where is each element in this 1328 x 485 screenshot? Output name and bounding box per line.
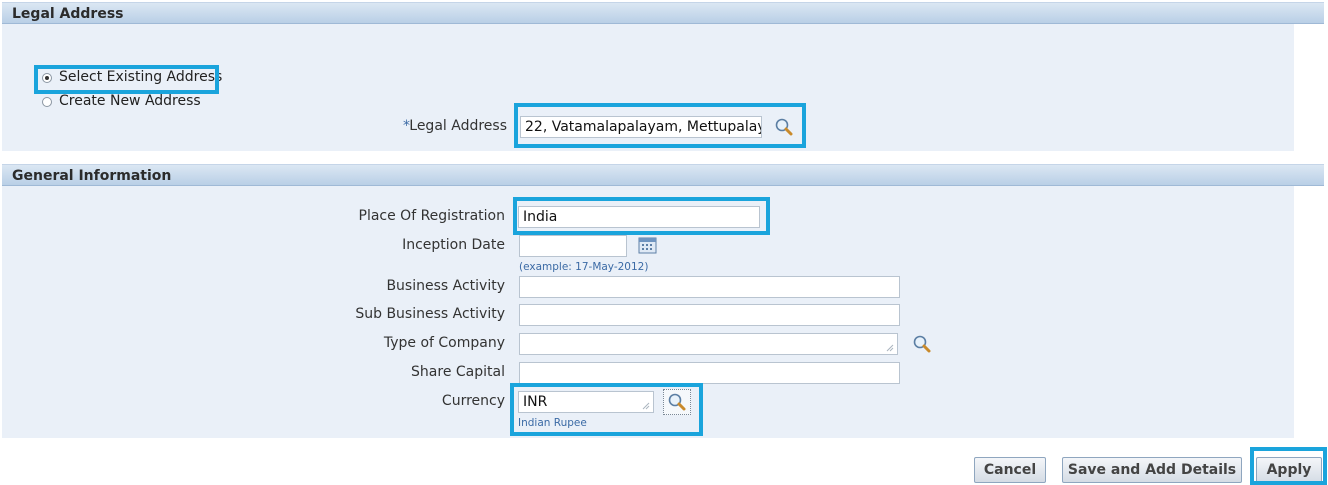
inception-date-hint: (example: 17-May-2012)	[519, 261, 649, 273]
highlight-apply	[1250, 447, 1327, 485]
highlight-legal-address	[514, 103, 806, 148]
business-activity-label: Business Activity	[386, 278, 505, 294]
highlight-place-of-registration	[513, 197, 770, 235]
save-and-add-details-button[interactable]: Save and Add Details	[1062, 457, 1242, 483]
sub-business-activity-input[interactable]	[519, 304, 900, 326]
currency-label: Currency	[441, 393, 505, 409]
general-info-title: General Information	[12, 168, 172, 184]
legal-address-label: Legal Address	[409, 118, 507, 134]
highlight-select-existing	[34, 65, 219, 94]
sub-business-activity-label: Sub Business Activity	[355, 306, 505, 322]
create-new-radio[interactable]	[42, 97, 52, 107]
create-new-label[interactable]: Create New Address	[59, 93, 201, 109]
legal-address-header: Legal Address	[2, 2, 1324, 24]
share-capital-input[interactable]	[519, 362, 900, 384]
type-of-company-label: Type of Company	[383, 335, 505, 351]
place-of-registration-label: Place Of Registration	[358, 208, 506, 224]
general-info-header: General Information	[2, 164, 1324, 186]
share-capital-label: Share Capital	[411, 364, 505, 380]
type-of-company-input[interactable]	[519, 333, 898, 355]
cancel-button[interactable]: Cancel	[974, 457, 1046, 483]
highlight-currency	[510, 383, 703, 436]
inception-date-input[interactable]	[519, 235, 627, 257]
type-of-company-search-icon[interactable]	[912, 334, 932, 354]
resize-handle-icon	[886, 344, 894, 352]
business-activity-input[interactable]	[519, 276, 900, 298]
legal-address-title: Legal Address	[12, 6, 124, 22]
inception-date-label: Inception Date	[402, 237, 505, 253]
calendar-icon[interactable]	[638, 236, 658, 254]
